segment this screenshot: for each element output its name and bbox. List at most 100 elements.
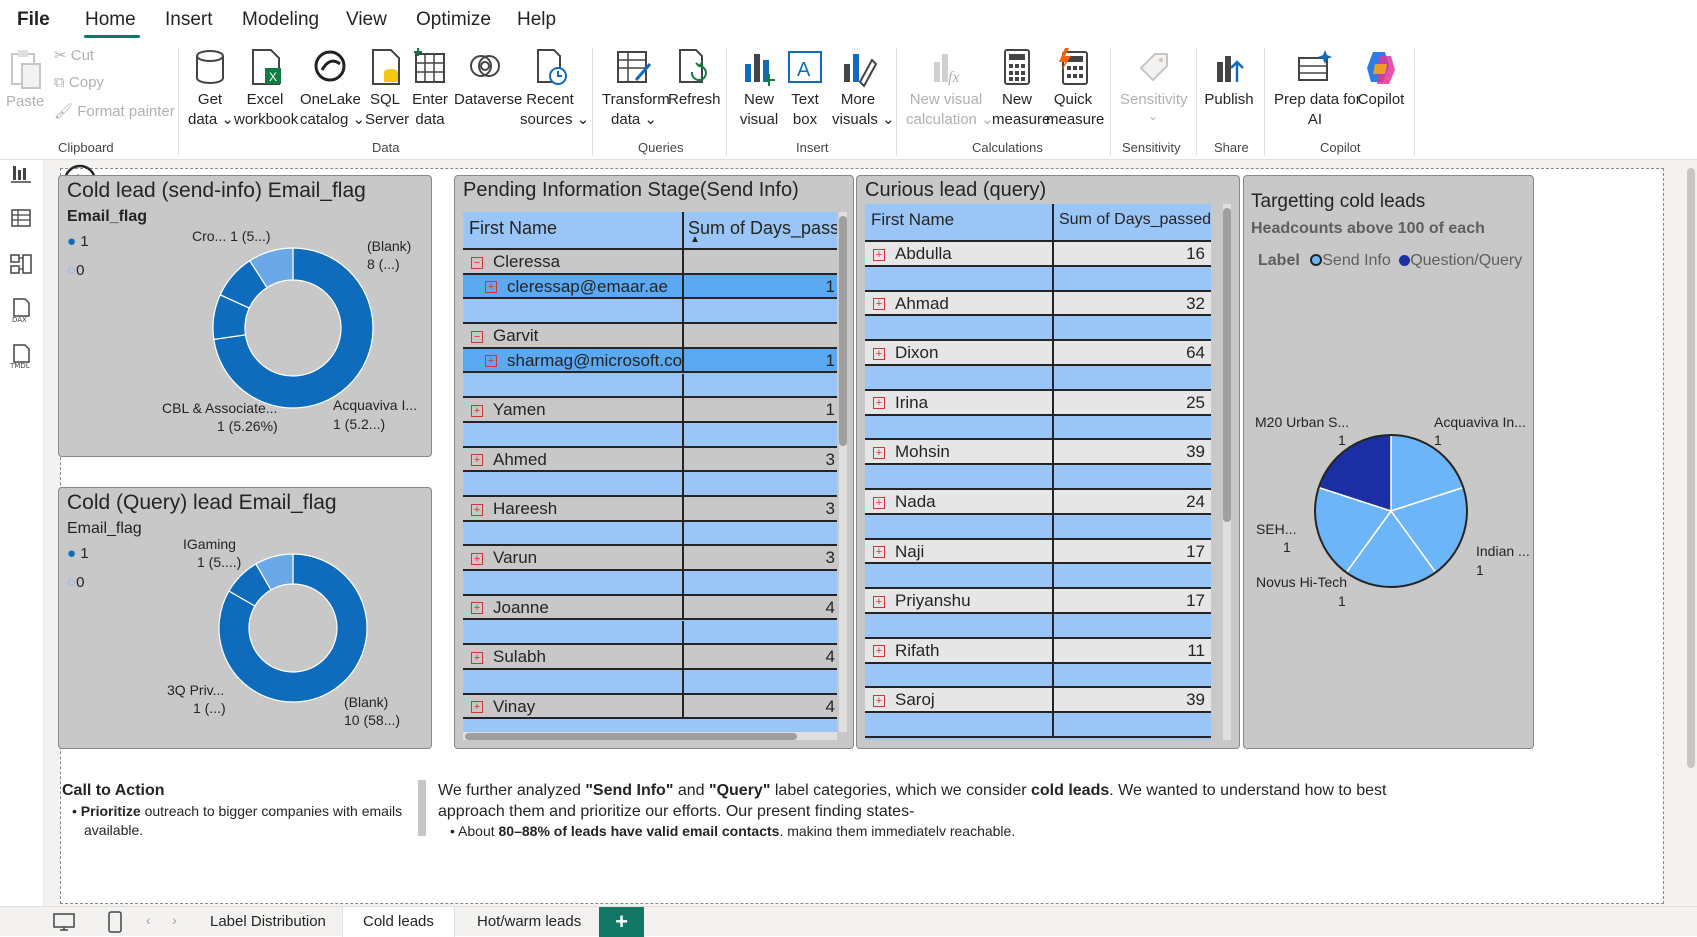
column-header-sum-days[interactable]: Sum of Days_passed▲ xyxy=(684,212,837,248)
expand-icon[interactable]: + xyxy=(873,694,885,707)
pending-info-table-visual[interactable]: Pending Information Stage(Send Info) Fir… xyxy=(454,175,854,749)
expand-icon[interactable]: + xyxy=(873,347,885,360)
chevron-left-icon[interactable]: ‹ xyxy=(146,912,151,928)
legend-send-info[interactable]: Send Info xyxy=(1322,252,1391,269)
table-row[interactable] xyxy=(865,713,1211,738)
expand-icon[interactable]: + xyxy=(471,454,483,467)
targeting-pie-visual[interactable]: Targetting cold leads Headcounts above 1… xyxy=(1243,175,1534,749)
refresh-button[interactable]: Refresh xyxy=(668,46,721,110)
table-row[interactable]: + Hareesh 3 xyxy=(463,497,837,522)
analysis-textbox[interactable]: We further analyzed "Send Info" and "Que… xyxy=(438,780,1438,836)
new-measure-button[interactable]: New measure xyxy=(992,46,1050,130)
excel-workbook-button[interactable]: X Excel workbook xyxy=(234,46,298,130)
table-row[interactable]: + Joanne 4 xyxy=(463,595,837,621)
table-row[interactable] xyxy=(865,366,1211,391)
format-painter-button[interactable]: 🖌 Format painter xyxy=(54,102,175,120)
tmdl-view-icon[interactable]: TMDL xyxy=(7,342,35,370)
table-row[interactable]: + Ahmad 32 xyxy=(865,291,1211,317)
prep-data-for-ai-button[interactable]: Prep data for AI xyxy=(1274,46,1361,130)
expand-icon[interactable]: + xyxy=(873,446,885,459)
tab-cold-leads[interactable]: Cold leads xyxy=(342,907,455,937)
dax-query-view-icon[interactable]: DAX xyxy=(7,296,35,324)
more-visuals-button[interactable]: More visuals ⌄ xyxy=(832,46,895,130)
table-row[interactable] xyxy=(463,299,837,325)
menu-optimize[interactable]: Optimize xyxy=(416,9,491,31)
menu-file[interactable]: File xyxy=(17,9,50,31)
recent-sources-button[interactable]: Recent sources ⌄ xyxy=(520,46,589,130)
transform-data-button[interactable]: Transform data ⌄ xyxy=(602,46,670,130)
expand-icon[interactable]: + xyxy=(873,496,885,509)
table-row[interactable] xyxy=(865,465,1211,490)
table-row[interactable] xyxy=(463,620,837,646)
table-row[interactable] xyxy=(463,422,837,448)
table-row[interactable]: + sharmag@microsoft.co 1 xyxy=(463,348,837,374)
publish-button[interactable]: Publish xyxy=(1204,46,1254,110)
menu-help[interactable]: Help xyxy=(517,9,556,31)
table-row[interactable] xyxy=(865,614,1211,639)
table-row[interactable]: + Ahmed 3 xyxy=(463,447,837,473)
send-info-donut-visual[interactable]: Cold lead (send-info) Email_flag Email_f… xyxy=(58,175,432,457)
legend-item-0[interactable]: ○0 xyxy=(67,262,84,279)
table-row[interactable] xyxy=(463,472,837,497)
expand-icon[interactable]: + xyxy=(873,595,885,608)
table-row[interactable] xyxy=(463,521,837,547)
expand-icon[interactable]: + xyxy=(873,546,885,559)
dataverse-button[interactable]: Dataverse xyxy=(454,46,522,110)
expand-icon[interactable]: + xyxy=(873,645,885,658)
add-page-button[interactable]: + xyxy=(599,907,644,937)
table-row[interactable]: + Vinay 4 xyxy=(463,694,837,720)
table-row[interactable] xyxy=(865,316,1211,342)
legend-item-1[interactable]: ● 1 xyxy=(67,545,89,562)
table-view-icon[interactable] xyxy=(7,204,35,232)
table-row[interactable]: + Nada 24 xyxy=(865,490,1211,515)
column-header-sum-days[interactable]: Sum of Days_passed xyxy=(1054,204,1211,240)
mobile-layout-icon[interactable] xyxy=(106,910,124,934)
onelake-catalog-button[interactable]: OneLake catalog ⌄ xyxy=(300,46,365,130)
expand-icon[interactable]: + xyxy=(471,404,483,417)
table-row[interactable]: + Saroj 39 xyxy=(865,688,1211,714)
expand-icon[interactable]: + xyxy=(873,397,885,410)
table-row[interactable]: + Yamen 1 xyxy=(463,398,837,423)
table-row[interactable]: + Priyanshu 17 xyxy=(865,589,1211,614)
chevron-right-icon[interactable]: › xyxy=(172,912,177,928)
expand-icon[interactable]: + xyxy=(485,355,497,368)
curious-lead-table-visual[interactable]: Curious lead (query) First Name Sum of D… xyxy=(856,175,1240,749)
menu-view[interactable]: View xyxy=(346,9,387,31)
menu-modeling[interactable]: Modeling xyxy=(242,9,319,31)
get-data-button[interactable]: Get data ⌄ xyxy=(188,46,234,130)
query-donut-visual[interactable]: Cold (Query) lead Email_flag Email_flag … xyxy=(58,487,432,749)
table-row[interactable] xyxy=(463,571,837,596)
table-h-scroll-thumb[interactable] xyxy=(465,733,797,740)
tab-label-distribution[interactable]: Label Distribution xyxy=(190,907,346,937)
table-row[interactable] xyxy=(865,266,1211,292)
table-row[interactable]: + Naji 17 xyxy=(865,539,1211,565)
table-row[interactable] xyxy=(865,514,1211,540)
table-scroll-thumb[interactable] xyxy=(839,216,847,446)
table-scroll-thumb[interactable] xyxy=(1223,208,1231,522)
table-row[interactable]: + Varun 3 xyxy=(463,546,837,572)
table-row[interactable] xyxy=(865,564,1211,590)
table-row[interactable] xyxy=(865,663,1211,689)
report-view-icon[interactable] xyxy=(7,160,35,188)
table-row[interactable]: − Cleressa xyxy=(463,250,837,275)
quick-measure-button[interactable]: Quick measure xyxy=(1046,46,1104,130)
table-row[interactable]: + Mohsin 39 xyxy=(865,440,1211,466)
legend-item-0[interactable]: ○0 xyxy=(67,574,84,591)
table-row[interactable]: + Irina 25 xyxy=(865,390,1211,416)
sql-server-button[interactable]: SQL Server xyxy=(365,46,409,130)
table-row[interactable]: + Sulabh 4 xyxy=(463,645,837,670)
model-view-icon[interactable] xyxy=(7,250,35,278)
menu-home[interactable]: Home xyxy=(85,9,136,31)
new-visual-calculation-button[interactable]: fx New visual calculation ⌄ xyxy=(906,46,994,130)
table-row[interactable]: + cleressap@emaar.ae 1 xyxy=(463,274,837,300)
collapse-icon[interactable]: − xyxy=(471,330,483,343)
collapse-icon[interactable]: − xyxy=(471,256,483,269)
expand-icon[interactable]: + xyxy=(471,503,483,516)
table-row[interactable]: + Dixon 64 xyxy=(865,341,1211,366)
table-row[interactable] xyxy=(463,669,837,695)
expand-icon[interactable]: + xyxy=(471,552,483,565)
call-to-action-textbox[interactable]: Call to Action • Prioritize outreach to … xyxy=(62,780,412,836)
cut-button[interactable]: ✂ Cut xyxy=(54,46,94,64)
legend-item-1[interactable]: ● 1 xyxy=(67,233,89,250)
legend-question-query[interactable]: Question/Query xyxy=(1410,252,1522,269)
